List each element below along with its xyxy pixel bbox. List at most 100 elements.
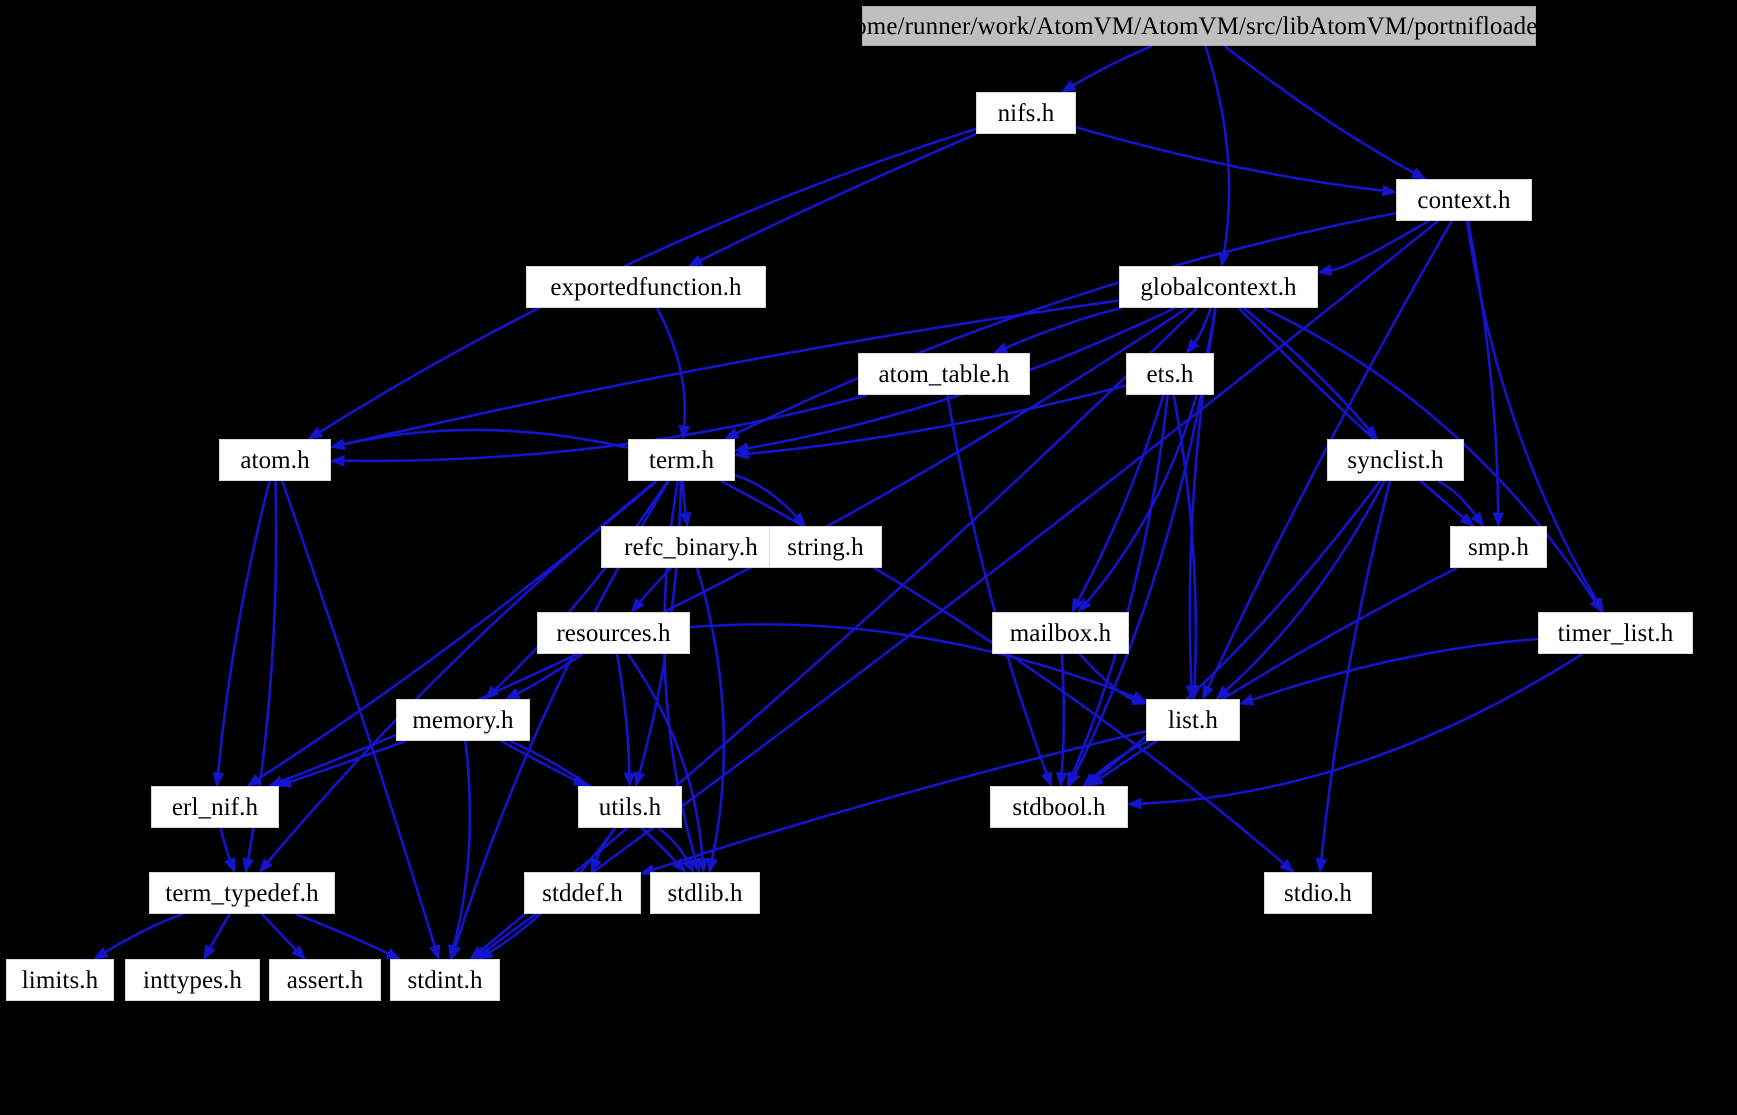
graph-edge-arrowhead	[1126, 797, 1142, 810]
graph-node-label: atom_table.h	[878, 360, 1010, 388]
graph-node-label: stdbool.h	[1012, 793, 1106, 821]
graph-edge-term-to-refc_binary	[681, 480, 687, 514]
graph-node-synclist[interactable]: synclist.h	[1327, 439, 1464, 481]
graph-node-label: limits.h	[21, 966, 99, 994]
graph-edge-term-to-atom	[343, 428, 629, 450]
graph-node-label: synclist.h	[1347, 446, 1444, 474]
graph-edge-arrowhead	[1381, 184, 1398, 197]
graph-edge-arrowhead	[992, 342, 1009, 354]
graph-edge-synclist-to-smp	[1437, 479, 1477, 517]
graph-node-label: timer_list.h	[1557, 619, 1674, 647]
graph-edge-memory-to-stdint	[452, 740, 472, 947]
graph-edge-synclist-to-list	[1225, 480, 1386, 692]
graph-edge-arrowhead	[1060, 80, 1077, 93]
graph-node-nifs[interactable]: nifs.h	[976, 92, 1076, 134]
graph-node-term[interactable]: term.h	[628, 439, 735, 481]
graph-node-label: nifs.h	[997, 99, 1055, 127]
graph-node-ets[interactable]: ets.h	[1126, 353, 1214, 395]
graph-node-stddef[interactable]: stddef.h	[524, 872, 641, 914]
graph-node-label: context.h	[1417, 186, 1511, 214]
graph-node-label: /home/runner/work/AtomVM/AtomVM/src/libA…	[834, 12, 1564, 40]
graph-node-stdio[interactable]: stdio.h	[1264, 872, 1372, 914]
graph-node-label: stdlib.h	[667, 879, 743, 907]
graph-node-label: term_typedef.h	[165, 879, 319, 907]
graph-edge-timer_list-to-list	[1251, 637, 1539, 702]
graph-edge-arrowhead	[1041, 771, 1053, 788]
graph-node-assert[interactable]: assert.h	[269, 959, 381, 1001]
graph-node-label: exportedfunction.h	[550, 273, 742, 301]
graph-edge-arrowhead	[1410, 167, 1427, 180]
graph-edge-arrowhead	[723, 427, 740, 440]
graph-node-label: atom.h	[240, 446, 310, 474]
graph-edge-erl_nif-to-term_typedef	[219, 827, 232, 861]
graph-node-stdlib[interactable]: stdlib.h	[650, 872, 760, 914]
graph-node-label: stdint.h	[407, 966, 483, 994]
graph-node-refc_binary[interactable]: refc_binary.h	[601, 526, 781, 568]
graph-node-atom_table[interactable]: atom_table.h	[858, 353, 1030, 395]
graph-edge-arrowhead	[623, 772, 636, 788]
graph-node-label: mailbox.h	[1009, 619, 1112, 647]
graph-node-smp[interactable]: smp.h	[1450, 526, 1547, 568]
graph-node-memory[interactable]: memory.h	[396, 699, 530, 741]
graph-node-utils[interactable]: utils.h	[578, 786, 682, 828]
graph-node-atom[interactable]: atom.h	[219, 439, 331, 481]
include-dependency-graph: /home/runner/work/AtomVM/AtomVM/src/libA…	[0, 0, 1737, 1115]
graph-node-label: inttypes.h	[143, 966, 242, 994]
graph-node-limits[interactable]: limits.h	[6, 959, 114, 1001]
graph-edge-arrowhead	[212, 772, 225, 788]
graph-edge-arrowhead	[307, 426, 324, 440]
graph-edge-arrowhead	[687, 254, 704, 267]
graph-node-mailbox[interactable]: mailbox.h	[992, 612, 1129, 654]
graph-edge-utils-to-stdlib	[657, 826, 689, 862]
graph-node-root[interactable]: /home/runner/work/AtomVM/AtomVM/src/libA…	[835, 6, 1563, 46]
graph-node-timer_list[interactable]: timer_list.h	[1538, 612, 1693, 654]
graph-node-exportedfunction[interactable]: exportedfunction.h	[526, 266, 766, 308]
graph-node-label: resources.h	[556, 619, 671, 647]
graph-node-label: assert.h	[286, 966, 364, 994]
graph-edge-term-to-string	[734, 473, 798, 518]
graph-edge-term_typedef-to-limits	[104, 912, 184, 954]
graph-edge-arrowhead	[1238, 693, 1255, 706]
graph-edge-root-to-nifs	[1072, 44, 1153, 87]
graph-node-label: globalcontext.h	[1140, 273, 1297, 301]
graph-edge-atom-to-erl_nif	[216, 480, 271, 774]
graph-edge-refc_binary-to-stdlib	[695, 567, 726, 860]
graph-edge-term_typedef-to-inttypes	[209, 913, 231, 949]
graph-node-context[interactable]: context.h	[1396, 179, 1532, 221]
graph-node-string[interactable]: string.h	[769, 526, 882, 568]
graph-edge-atom_table-to-atom	[343, 393, 868, 463]
graph-edge-arrowhead	[224, 857, 236, 874]
graph-edge-arrowhead	[1315, 857, 1328, 874]
graph-edge-nifs-to-exportedfunction	[699, 132, 978, 262]
graph-edge-arrowhead	[706, 857, 719, 874]
graph-node-label: stddef.h	[542, 879, 623, 907]
graph-edge-arrowhead	[242, 857, 255, 874]
graph-node-erl_nif[interactable]: erl_nif.h	[151, 786, 279, 828]
graph-node-stdint[interactable]: stdint.h	[390, 959, 500, 1001]
graph-node-list[interactable]: list.h	[1146, 699, 1240, 741]
graph-edge-mailbox-to-stdbool	[1060, 653, 1066, 774]
graph-edge-arrowhead	[329, 454, 345, 467]
graph-node-label: list.h	[1168, 706, 1218, 734]
graph-edge-globalcontext-to-ets	[1193, 307, 1213, 344]
graph-edge-ets-to-term	[747, 384, 1127, 456]
graph-node-inttypes[interactable]: inttypes.h	[125, 959, 260, 1001]
graph-edge-exportedfunction-to-term	[655, 307, 687, 427]
graph-edge-root-to-globalcontext	[1204, 45, 1231, 254]
graph-node-label: refc_binary.h	[624, 533, 758, 561]
graph-edge-context-to-smp	[1466, 220, 1500, 514]
graph-edge-resources-to-utils	[615, 653, 631, 774]
graph-node-label: memory.h	[412, 706, 514, 734]
graph-node-stdbool[interactable]: stdbool.h	[990, 786, 1128, 828]
edges-group	[93, 44, 1604, 961]
graph-edge-arrowhead	[329, 438, 346, 451]
graph-edge-root-to-context	[1223, 44, 1415, 174]
graph-edge-ets-to-mailbox	[1076, 394, 1165, 602]
graph-node-label: smp.h	[1468, 533, 1529, 561]
graph-node-term_typedef[interactable]: term_typedef.h	[149, 872, 335, 914]
graph-edge-term-to-memory	[493, 480, 669, 692]
graph-node-label: term.h	[648, 446, 715, 474]
graph-node-globalcontext[interactable]: globalcontext.h	[1119, 266, 1318, 308]
graph-node-resources[interactable]: resources.h	[537, 612, 690, 654]
graph-node-label: ets.h	[1146, 360, 1194, 388]
